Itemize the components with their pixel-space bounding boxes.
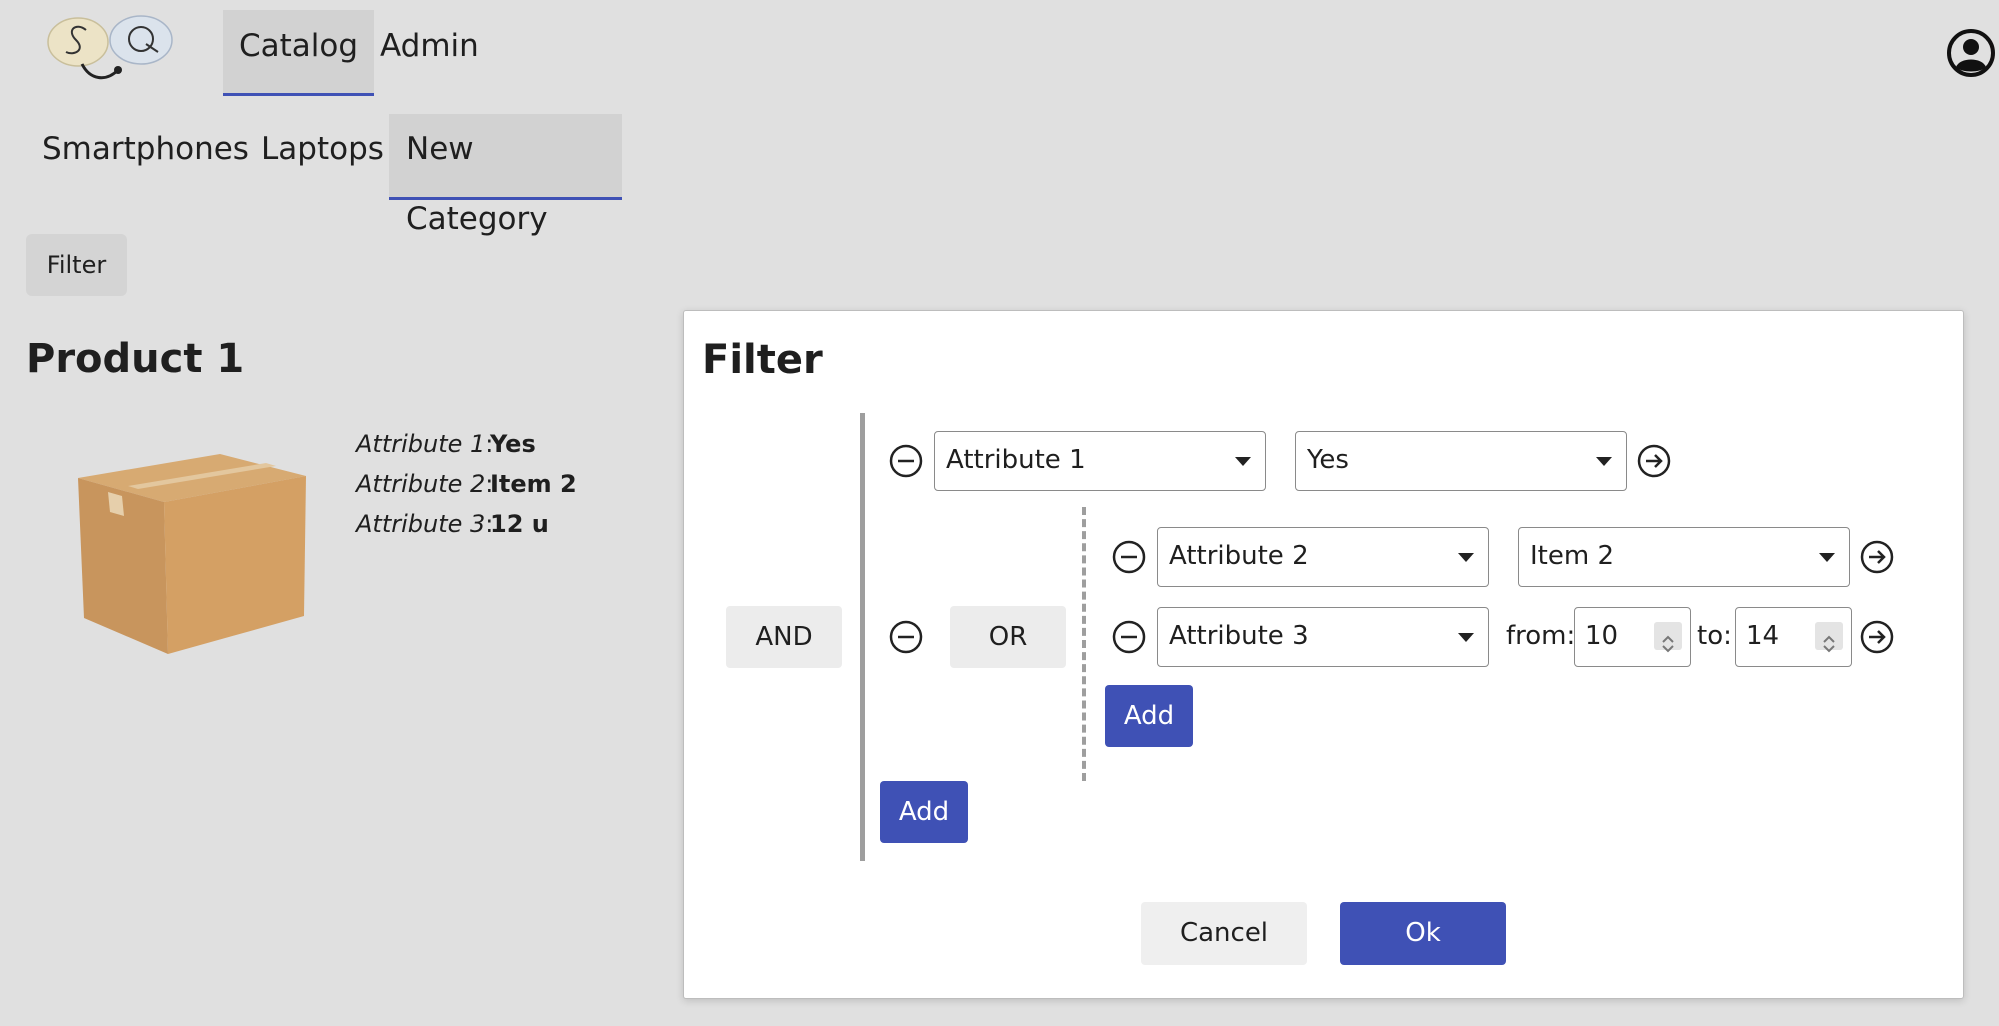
arrow-right-circle-icon[interactable]	[1637, 444, 1671, 478]
ok-button[interactable]: Ok	[1340, 902, 1506, 965]
from-input[interactable]: 10	[1574, 607, 1691, 667]
attribute-name: Attribute 3	[356, 510, 486, 538]
subgroup-bracket	[1082, 507, 1086, 781]
category-tab-laptops[interactable]: Laptops	[244, 114, 401, 200]
to-label: to:	[1697, 621, 1732, 651]
cancel-button[interactable]: Cancel	[1141, 902, 1307, 965]
attribute-select-value: Attribute 3	[1169, 621, 1309, 651]
or-operator-button[interactable]: OR	[950, 606, 1066, 668]
arrow-right-circle-icon[interactable]	[1860, 540, 1894, 574]
chevron-down-icon	[1235, 457, 1251, 466]
spinner-icon[interactable]	[1815, 622, 1843, 653]
remove-condition-icon[interactable]	[1112, 540, 1146, 574]
value-select-value: Item 2	[1530, 541, 1614, 571]
group-bracket	[860, 413, 865, 861]
to-input[interactable]: 14	[1735, 607, 1852, 667]
attribute-name: Attribute 1	[356, 430, 486, 458]
logo	[46, 12, 176, 86]
remove-group-icon[interactable]	[889, 620, 923, 654]
remove-condition-icon[interactable]	[1112, 620, 1146, 654]
category-tab-new-category[interactable]: New Category	[389, 114, 622, 237]
product-attribute-row: Attribute 2: Item 2	[356, 467, 577, 501]
chevron-down-icon	[1458, 633, 1474, 642]
product-title: Product 1	[26, 336, 245, 382]
attribute-select-value: Attribute 1	[946, 445, 1086, 475]
nav-tab-catalog[interactable]: Catalog	[223, 10, 375, 96]
add-condition-button[interactable]: Add	[880, 781, 968, 843]
chevron-down-icon	[1596, 457, 1612, 466]
chevron-down-icon	[1458, 553, 1474, 562]
dialog-title: Filter	[702, 337, 823, 383]
from-label: from:	[1506, 621, 1576, 651]
category-tab-smartphones[interactable]: Smartphones	[25, 114, 266, 200]
and-operator-button[interactable]: AND	[726, 606, 842, 668]
value-select[interactable]: Yes	[1295, 431, 1627, 491]
attribute-select[interactable]: Attribute 1	[934, 431, 1266, 491]
attribute-select[interactable]: Attribute 2	[1157, 527, 1489, 587]
attribute-value: Item 2	[490, 470, 577, 498]
product-image	[70, 448, 310, 658]
attribute-value: Yes	[490, 430, 536, 458]
product-attribute-row: Attribute 3: 12 u	[356, 507, 549, 541]
from-input-value: 10	[1585, 621, 1619, 651]
attribute-name: Attribute 2	[356, 470, 486, 498]
value-select[interactable]: Item 2	[1518, 527, 1850, 587]
spinner-icon[interactable]	[1654, 622, 1682, 653]
attribute-value: 12 u	[490, 510, 549, 538]
arrow-right-circle-icon[interactable]	[1860, 620, 1894, 654]
add-subcondition-button[interactable]: Add	[1105, 685, 1193, 747]
to-input-value: 14	[1746, 621, 1780, 651]
chevron-down-icon	[1819, 553, 1835, 562]
user-circle-icon[interactable]	[1944, 26, 1998, 80]
attribute-select[interactable]: Attribute 3	[1157, 607, 1489, 667]
filter-button[interactable]: Filter	[26, 234, 127, 296]
filter-dialog: Filter AND Attribute 1 Yes OR Attribute …	[683, 310, 1964, 999]
value-select-value: Yes	[1307, 445, 1349, 475]
nav-tab-admin[interactable]: Admin	[364, 10, 495, 96]
remove-condition-icon[interactable]	[889, 444, 923, 478]
attribute-select-value: Attribute 2	[1169, 541, 1309, 571]
product-attribute-row: Attribute 1: Yes	[356, 427, 536, 461]
